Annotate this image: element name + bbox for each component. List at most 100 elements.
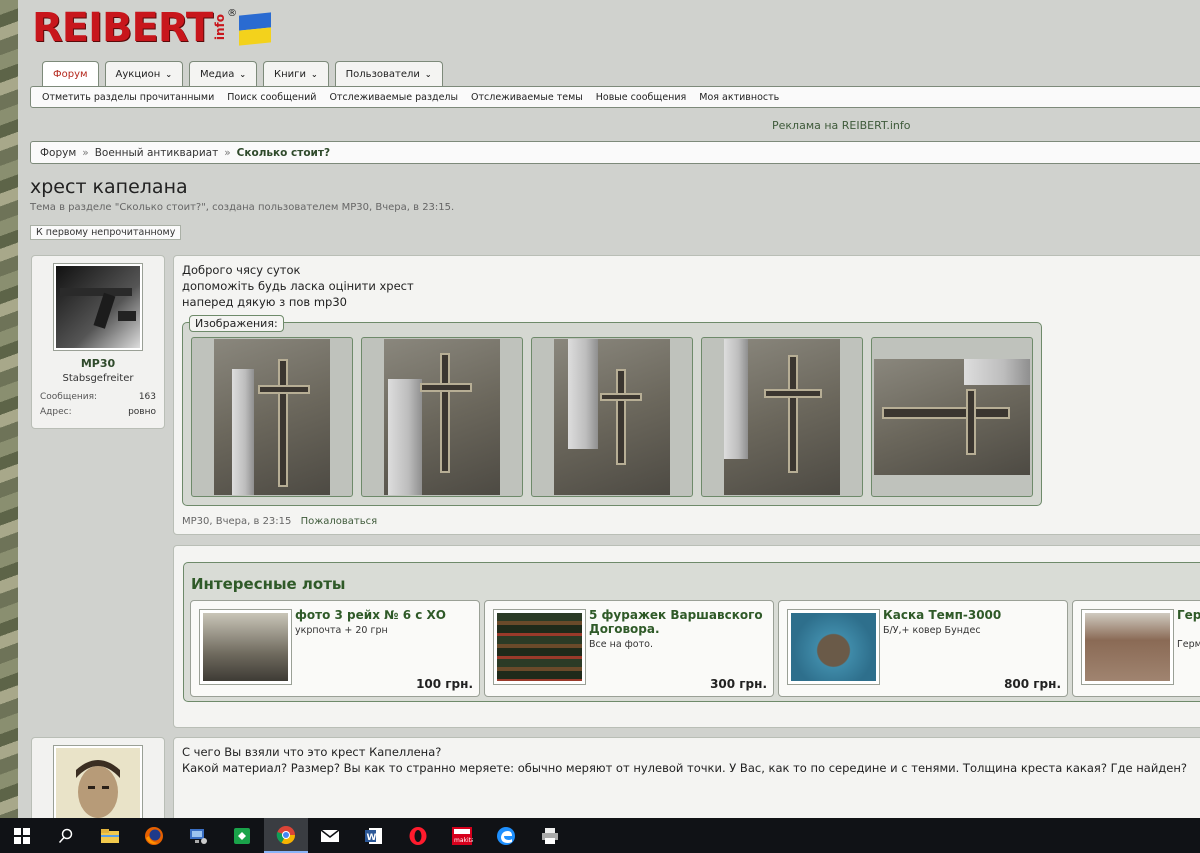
user-card: МР30 Stabsgefreiter Сообщения: 163 Адрес… [31, 255, 165, 429]
user-rank: Stabsgefreiter [62, 373, 134, 384]
attachment-thumbnail[interactable] [701, 337, 863, 497]
lot-card[interactable]: 5 фуражек Варшавского Договора. Все на ф… [484, 600, 774, 697]
tab-books[interactable]: Книги ⌄ [263, 61, 329, 86]
tab-label: Аукцион [115, 68, 161, 80]
tab-media[interactable]: Медиа ⌄ [189, 61, 258, 86]
post-line: Доброго чясу суток [182, 263, 301, 277]
address-value: ровно [128, 407, 156, 417]
breadcrumb-separator: » [224, 146, 231, 159]
post-body: С чего Вы взяли что это крест Капеллена?… [182, 744, 1187, 776]
messages-count[interactable]: 163 [139, 392, 156, 402]
attachment-thumbnail[interactable] [361, 337, 523, 497]
cross-photo [724, 339, 840, 495]
lot-card[interactable]: фото 3 рейх № 6 с ХО укрпочта + 20 грн 1… [190, 600, 480, 697]
chevron-down-icon: ⌄ [165, 69, 173, 79]
system-config-icon[interactable] [176, 818, 220, 853]
subnav-my-activity-link[interactable]: Моя активность [699, 92, 779, 103]
post-line: Какой материал? Размер? Вы как то странн… [182, 761, 1187, 775]
tab-label: Медиа [200, 68, 235, 80]
subnav-mark-read-link[interactable]: Отметить разделы прочитанными [42, 92, 214, 103]
avatar[interactable] [53, 745, 143, 818]
subnav-watched-forums-link[interactable]: Отслеживаемые разделы [329, 92, 458, 103]
chevron-down-icon: ⌄ [424, 69, 432, 79]
lot-image[interactable] [493, 609, 586, 685]
user-address-row: Адрес: ровно [40, 407, 156, 417]
ukraine-flag-icon [239, 12, 272, 46]
thread-meta: Тема в разделе "Сколько стоит?", создана… [30, 202, 455, 213]
attachment-thumbnail[interactable] [191, 337, 353, 497]
lot-name[interactable]: Гер бро [1177, 608, 1200, 622]
chrome-icon[interactable] [264, 818, 308, 853]
cross-photo [554, 339, 670, 495]
avatar-image-icon [56, 266, 140, 348]
subnav-watched-threads-link[interactable]: Отслеживаемые темы [471, 92, 583, 103]
messages-label: Сообщения: [40, 392, 98, 402]
advertising-link[interactable]: Реклама на REIBERT.info [772, 119, 911, 132]
site-logo[interactable]: REIBERT info ® [32, 5, 272, 51]
breadcrumb-separator: » [82, 146, 89, 159]
lot-image[interactable] [1081, 609, 1174, 685]
tab-forum[interactable]: Форум [42, 61, 99, 87]
interesting-lots-block: Интересные лоты фото 3 рейх № 6 с ХО укр… [173, 545, 1200, 728]
tab-auction[interactable]: Аукцион ⌄ [104, 61, 184, 86]
post-footer: МР30, Вчера, в 23:15 Пожаловаться [182, 516, 377, 527]
lot-name[interactable]: фото 3 рейх № 6 с ХО [295, 608, 475, 622]
lot-image[interactable] [199, 609, 292, 685]
mail-icon[interactable] [308, 818, 352, 853]
lot-name[interactable]: 5 фуражек Варшавского Договора. [589, 608, 769, 636]
file-explorer-icon[interactable] [88, 818, 132, 853]
search-icon[interactable] [44, 818, 88, 853]
lot-desc: укрпочта + 20 грн [295, 625, 388, 636]
lot-desc: Б/У,+ ковер Бундес [883, 625, 981, 636]
makita-icon[interactable]: makita [440, 818, 484, 853]
breadcrumb-item[interactable]: Военный антиквариат [95, 147, 219, 159]
logo-suffix: info [213, 14, 228, 41]
chevron-down-icon: ⌄ [239, 69, 247, 79]
lot-price: 100 грн. [416, 677, 473, 691]
lot-image[interactable] [787, 609, 880, 685]
post-line: наперед дякую з пов mp30 [182, 295, 347, 309]
breadcrumb: Форум » Военный антиквариат » Сколько ст… [30, 141, 1200, 164]
subnav-new-posts-link[interactable]: Новые сообщения [596, 92, 687, 103]
logo-text: REIBERT [32, 5, 213, 51]
post-author-link[interactable]: МР30 [182, 516, 209, 527]
opera-icon[interactable] [396, 818, 440, 853]
attachments-label: Изображения: [189, 315, 284, 332]
firefox-icon[interactable] [132, 818, 176, 853]
username[interactable]: МР30 [32, 357, 164, 370]
lot-card[interactable]: Гер бро Герм пери [1072, 600, 1200, 697]
lots-title: Интересные лоты [191, 575, 346, 593]
printer-icon[interactable] [528, 818, 572, 853]
attachment-thumbnail[interactable] [871, 337, 1033, 497]
word-icon[interactable]: W [352, 818, 396, 853]
post-line: допоможіть будь ласка оцінити хрест [182, 279, 414, 293]
windows-taskbar: W makita [0, 818, 1200, 853]
attachment-thumbnail[interactable] [531, 337, 693, 497]
browser-page: REIBERT info ® Форум Аукцион ⌄ Медиа ⌄ Кни… [18, 0, 1200, 818]
subnav-search-link[interactable]: Поиск сообщений [227, 92, 316, 103]
post-date[interactable]: , Вчера, в 23:15 [209, 516, 291, 527]
cross-photo [384, 339, 500, 495]
chevron-down-icon: ⌄ [310, 69, 318, 79]
first-unread-button[interactable]: К первому непрочитанному [30, 225, 182, 240]
report-link[interactable]: Пожаловаться [301, 516, 378, 527]
lot-card[interactable]: Каска Темп-3000 Б/У,+ ковер Бундес 800 г… [778, 600, 1068, 697]
breadcrumb-current[interactable]: Сколько стоит? [237, 147, 330, 159]
post-body: Доброго чясу суток допоможіть будь ласка… [182, 262, 414, 310]
windows-start-icon[interactable] [0, 818, 44, 853]
cross-photo [214, 339, 330, 495]
avatar[interactable] [53, 263, 143, 351]
lot-desc: Все на фото. [589, 639, 653, 650]
post-message: Доброго чясу суток допоможіть будь ласка… [173, 255, 1200, 535]
post-line: С чего Вы взяли что это крест Капеллена? [182, 745, 442, 759]
tab-users[interactable]: Пользователи ⌄ [334, 61, 443, 86]
lot-name[interactable]: Каска Темп-3000 [883, 608, 1063, 622]
media-app-icon[interactable] [220, 818, 264, 853]
breadcrumb-item[interactable]: Форум [40, 147, 76, 159]
cross-photo [874, 359, 1030, 475]
svg-text:W: W [367, 833, 377, 843]
lot-price: 800 грн. [1004, 677, 1061, 691]
tab-label: Форум [53, 69, 88, 80]
logo-registered-mark: ® [227, 8, 238, 19]
edge-icon[interactable] [484, 818, 528, 853]
